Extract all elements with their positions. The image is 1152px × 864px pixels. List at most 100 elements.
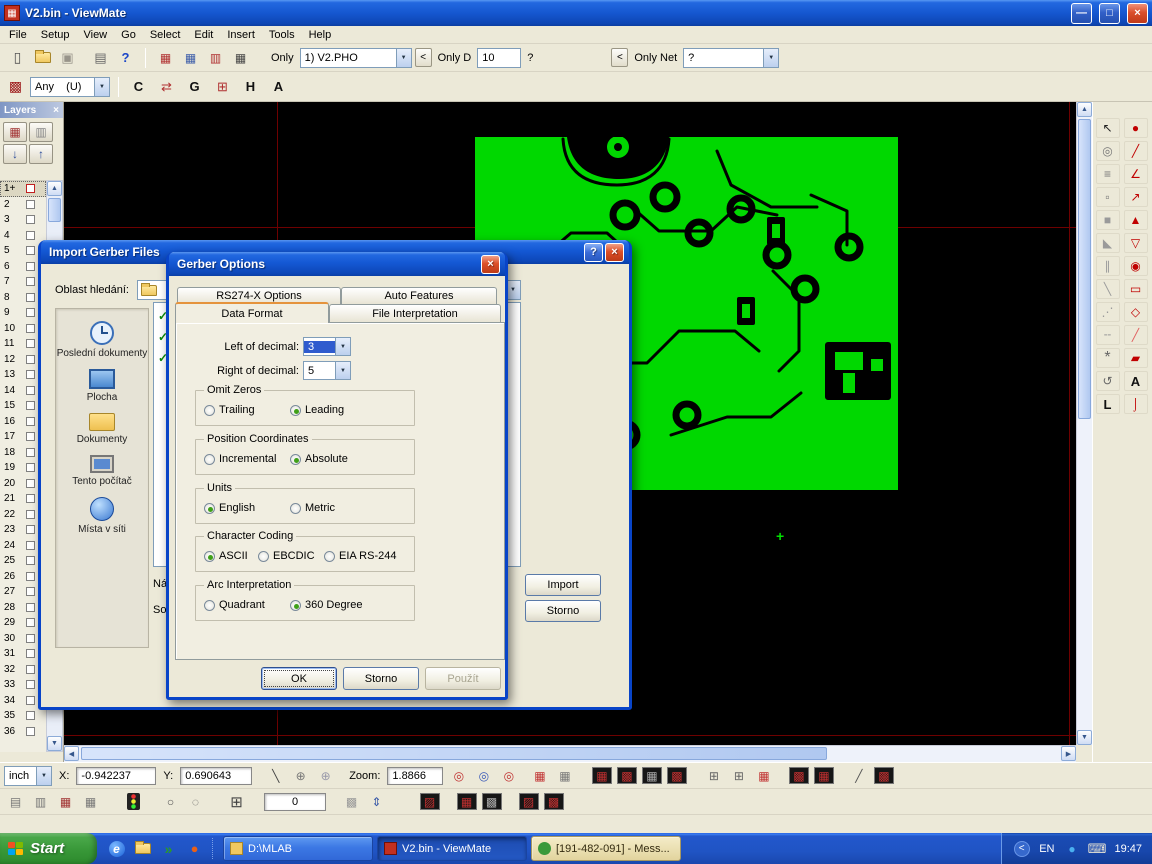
measure-line-icon[interactable]: ╲ bbox=[264, 765, 287, 786]
layer-row-4[interactable]: 4 bbox=[0, 228, 46, 244]
scroll-right-icon[interactable]: ▶ bbox=[1061, 746, 1076, 761]
mini-table-b-icon[interactable]: ▥ bbox=[29, 791, 52, 812]
mini-table-d-icon[interactable]: ▦ bbox=[79, 791, 102, 812]
swap-direction-icon[interactable]: ⇄ bbox=[155, 76, 178, 97]
chevron-down-icon[interactable]: ▼ bbox=[94, 78, 109, 96]
place-desktop[interactable]: Plocha bbox=[56, 369, 148, 403]
layer-visibility-checkbox[interactable] bbox=[26, 200, 35, 209]
scrollbar-thumb[interactable] bbox=[1078, 119, 1091, 419]
film-p-icon[interactable]: ▨ bbox=[517, 791, 540, 812]
menu-help[interactable]: Help bbox=[302, 28, 339, 42]
browser-ball-icon[interactable]: ● bbox=[183, 838, 206, 859]
draw-poly-icon[interactable]: ◇ bbox=[1124, 302, 1148, 322]
menu-insert[interactable]: Insert bbox=[220, 28, 262, 42]
radio-leading[interactable]: Leading bbox=[290, 404, 344, 416]
help-icon[interactable]: ? bbox=[584, 243, 603, 262]
cancel-button[interactable]: Storno bbox=[343, 667, 419, 690]
origin-icon[interactable]: ⊕ bbox=[314, 765, 337, 786]
radio-eia-rs244[interactable]: EIA RS-244 bbox=[324, 550, 396, 562]
layer-visibility-checkbox[interactable] bbox=[26, 293, 35, 302]
radio-trailing[interactable]: Trailing bbox=[204, 404, 255, 416]
tab-file-interpretation[interactable]: File Interpretation bbox=[329, 304, 501, 322]
draw-arc-icon[interactable]: ↗ bbox=[1124, 187, 1148, 207]
rotate-icon[interactable]: ↺ bbox=[1096, 371, 1120, 391]
zoom-window-icon[interactable]: ◎ bbox=[447, 765, 470, 786]
slope-icon[interactable]: ╲ bbox=[1096, 279, 1120, 299]
net-table-icon[interactable]: ▦ bbox=[229, 47, 252, 68]
menu-tools[interactable]: Tools bbox=[262, 28, 302, 42]
probe-a-icon[interactable]: ○ bbox=[159, 791, 182, 812]
grid-red-icon[interactable]: ▦ bbox=[528, 765, 551, 786]
film-3-icon[interactable]: ▦ bbox=[640, 765, 663, 786]
radio-ascii[interactable]: ASCII bbox=[204, 550, 248, 562]
film-1-icon[interactable]: ▦ bbox=[590, 765, 613, 786]
text-tool-icon[interactable]: A bbox=[1124, 371, 1148, 391]
scroll-down-icon[interactable]: ▼ bbox=[1077, 730, 1092, 745]
grid-gray-icon[interactable]: ▦ bbox=[553, 765, 576, 786]
scrollbar-thumb[interactable] bbox=[81, 747, 827, 760]
layer-visibility-checkbox[interactable] bbox=[26, 479, 35, 488]
grid-pair-b-icon[interactable]: ⊞ bbox=[727, 765, 750, 786]
star-tool-icon[interactable]: * bbox=[1096, 348, 1120, 368]
title-bar[interactable]: ▦ V2.bin - ViewMate — □ × bbox=[0, 0, 1152, 26]
layer-visibility-checkbox[interactable] bbox=[26, 541, 35, 550]
mini-table-c-icon[interactable]: ▦ bbox=[54, 791, 77, 812]
minimize-icon[interactable]: — bbox=[1071, 3, 1092, 24]
units-select[interactable]: inch ▼ bbox=[4, 766, 52, 786]
menu-edit[interactable]: Edit bbox=[187, 28, 220, 42]
layer-visibility-checkbox[interactable] bbox=[26, 649, 35, 658]
layer-visibility-checkbox[interactable] bbox=[26, 308, 35, 317]
layer-visibility-checkbox[interactable] bbox=[26, 634, 35, 643]
layer-visibility-checkbox[interactable] bbox=[26, 618, 35, 627]
place-recent-documents[interactable]: Poslední dokumenty bbox=[56, 321, 148, 359]
layer-visibility-checkbox[interactable] bbox=[26, 401, 35, 410]
language-indicator[interactable]: EN bbox=[1039, 843, 1054, 855]
menu-go[interactable]: Go bbox=[114, 28, 143, 42]
draw-polyline-icon[interactable]: ∠ bbox=[1124, 164, 1148, 184]
left-of-decimal-select[interactable]: 3 ▼ bbox=[303, 337, 351, 356]
ok-button[interactable]: OK bbox=[261, 667, 337, 690]
film-5-icon[interactable]: ▩ bbox=[787, 765, 810, 786]
green-arrows-icon[interactable]: » bbox=[157, 838, 180, 859]
folder-launch-icon[interactable] bbox=[131, 838, 154, 859]
eraser-icon[interactable]: ▰ bbox=[1124, 348, 1148, 368]
scrollbar-thumb[interactable] bbox=[48, 198, 61, 222]
layer-visibility-checkbox[interactable] bbox=[26, 339, 35, 348]
flash-point-icon[interactable]: ● bbox=[1124, 118, 1148, 138]
diag-tool-icon[interactable]: ╱ bbox=[847, 765, 870, 786]
film-6-icon[interactable]: ▦ bbox=[812, 765, 835, 786]
move-layer-down-icon[interactable]: ↓ bbox=[3, 144, 27, 164]
thin-line-icon[interactable]: ╱ bbox=[1124, 325, 1148, 345]
layers-panel-header[interactable]: Layers × bbox=[0, 102, 63, 118]
prev-file-button[interactable]: < bbox=[415, 48, 432, 67]
draw-rect-icon[interactable]: ▭ bbox=[1124, 279, 1148, 299]
probe-b-icon[interactable]: ◌ bbox=[184, 791, 207, 812]
layer-visibility-checkbox[interactable] bbox=[26, 262, 35, 271]
place-network[interactable]: Místa v síti bbox=[56, 497, 148, 535]
layer-visibility-checkbox[interactable] bbox=[26, 680, 35, 689]
tray-chevron-icon[interactable]: < bbox=[1010, 838, 1033, 859]
gcode-letter-icon[interactable]: G bbox=[183, 76, 206, 97]
layer-row-36[interactable]: 36 bbox=[0, 724, 46, 740]
open-folder-icon[interactable] bbox=[31, 47, 54, 68]
board-grid-icon[interactable]: ⊞ bbox=[225, 791, 248, 812]
context-help-icon[interactable]: ? bbox=[114, 47, 137, 68]
taskbar-button-viewmate[interactable]: V2.bin - ViewMate bbox=[377, 836, 527, 861]
stack-icon[interactable]: ≡ bbox=[1096, 164, 1120, 184]
chevron-down-icon[interactable]: ▼ bbox=[763, 49, 778, 67]
film-4-icon[interactable]: ▩ bbox=[665, 765, 688, 786]
chevron-down-icon[interactable]: ▼ bbox=[36, 767, 51, 785]
film-q-icon[interactable]: ▩ bbox=[542, 791, 565, 812]
film-7-icon[interactable]: ▩ bbox=[872, 765, 895, 786]
scroll-down-icon[interactable]: ▼ bbox=[47, 736, 62, 751]
tab-auto-features[interactable]: Auto Features bbox=[341, 287, 497, 304]
layer-visibility-checkbox[interactable] bbox=[26, 556, 35, 565]
filled-square-icon[interactable]: ■ bbox=[1096, 210, 1120, 230]
layer-visibility-checkbox[interactable] bbox=[26, 510, 35, 519]
dcode-filter-select[interactable]: Any (U) ▼ bbox=[30, 77, 110, 97]
layer-visibility-checkbox[interactable] bbox=[26, 696, 35, 705]
place-documents[interactable]: Dokumenty bbox=[56, 413, 148, 445]
layer-visibility-checkbox[interactable] bbox=[26, 727, 35, 736]
layer-visibility-checkbox[interactable] bbox=[26, 572, 35, 581]
grid-red2-icon[interactable]: ▦ bbox=[752, 765, 775, 786]
